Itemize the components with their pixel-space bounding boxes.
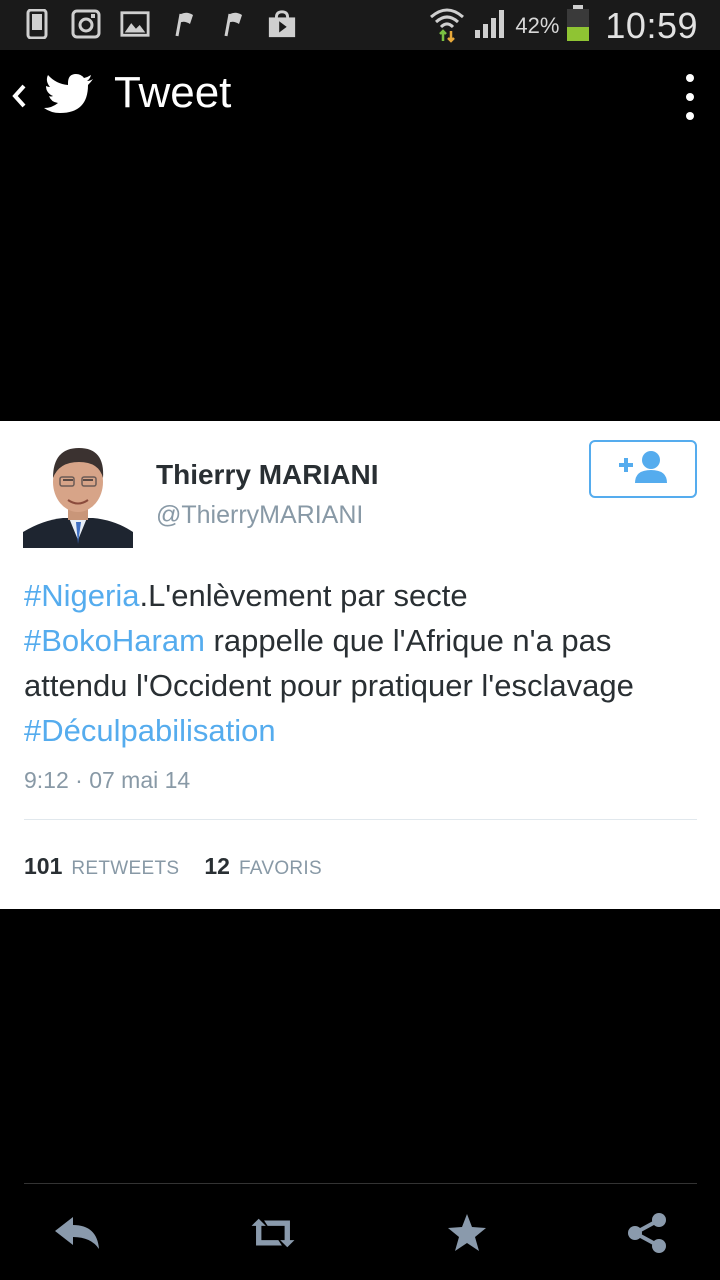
action-bar: Tweet xyxy=(0,50,720,142)
tweet-action-toolbar xyxy=(0,1184,720,1280)
gallery-icon xyxy=(120,8,150,40)
page-title: Tweet xyxy=(114,68,232,117)
status-bar: 42% 10:59 xyxy=(0,0,720,50)
retweet-icon[interactable] xyxy=(248,1210,298,1256)
flag-icon xyxy=(169,8,199,40)
hashtag-link[interactable]: #Déculpabilisation xyxy=(24,713,276,748)
divider xyxy=(24,819,697,820)
favorites-count[interactable]: 12 xyxy=(204,853,230,880)
notification-icons xyxy=(22,8,297,40)
battery-percent: 42% xyxy=(515,12,560,38)
tweet-text: #Nigeria.L'enlèvement par secte #BokoHara… xyxy=(24,573,704,753)
hashtag-link[interactable]: #BokoHaram xyxy=(24,623,205,658)
phone-icon xyxy=(22,8,52,40)
author-handle[interactable]: @ThierryMARIANI xyxy=(156,501,363,530)
tweet-card: Thierry MARIANI @ThierryMARIANI #Nigeria… xyxy=(0,421,720,909)
favorites-label[interactable]: FAVORIS xyxy=(239,858,322,880)
tweet-text-segment: .L'enlèvement par secte xyxy=(139,578,468,613)
retweets-count[interactable]: 101 xyxy=(24,853,62,880)
flag-icon xyxy=(218,8,248,40)
signal-icon xyxy=(473,6,509,45)
follow-button[interactable] xyxy=(589,440,697,498)
tweet-stats: 101 RETWEETS 12 FAVORIS xyxy=(24,853,322,880)
play-store-icon xyxy=(267,8,297,40)
tweet-timestamp: 9:12 · 07 mai 14 xyxy=(24,767,191,793)
battery-icon xyxy=(565,4,591,47)
hashtag-link[interactable]: #Nigeria xyxy=(24,578,139,613)
wifi-icon xyxy=(427,3,467,48)
add-user-icon xyxy=(615,449,671,490)
retweets-label[interactable]: RETWEETS xyxy=(71,858,179,880)
favorite-star-icon[interactable] xyxy=(442,1210,492,1256)
status-indicators: 42% 10:59 xyxy=(427,3,698,48)
instagram-icon xyxy=(71,8,101,40)
overflow-menu-icon[interactable] xyxy=(680,74,700,120)
clock: 10:59 xyxy=(605,4,698,46)
reply-icon[interactable] xyxy=(52,1210,102,1256)
share-icon[interactable] xyxy=(622,1210,672,1256)
chevron-left-icon[interactable] xyxy=(10,78,28,114)
author-name[interactable]: Thierry MARIANI xyxy=(156,459,378,491)
avatar[interactable] xyxy=(23,440,133,548)
twitter-bird-icon[interactable] xyxy=(44,73,94,117)
